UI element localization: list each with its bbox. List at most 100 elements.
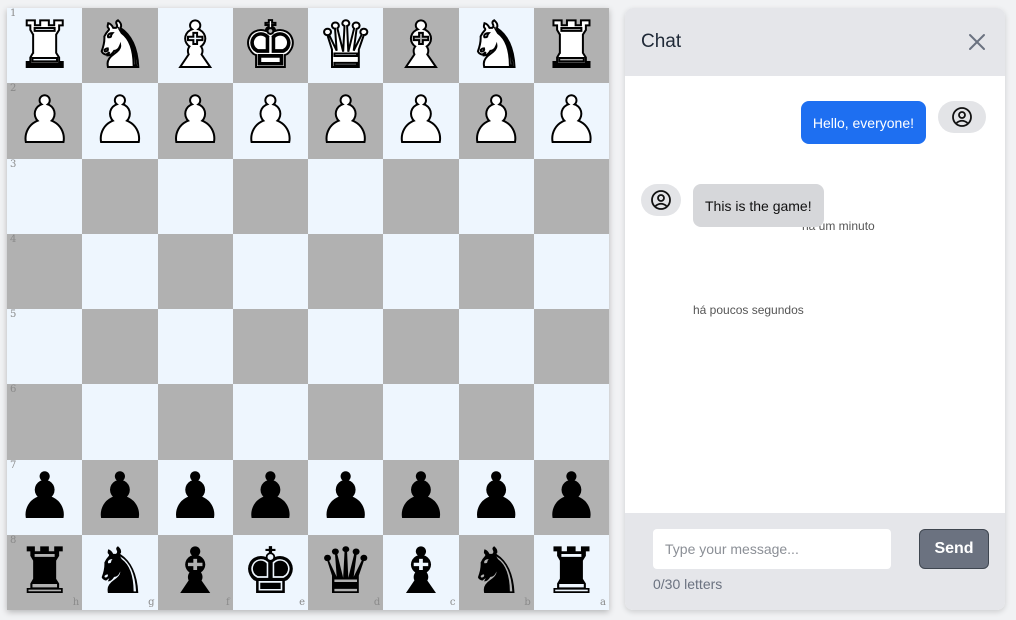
black-piece[interactable]: ♚ <box>242 540 299 604</box>
white-piece[interactable]: ♜ <box>542 13 601 79</box>
board-square[interactable] <box>308 158 384 234</box>
send-button[interactable]: Send <box>919 529 989 569</box>
white-piece[interactable]: ♛ <box>316 13 375 79</box>
board-square[interactable]: ♛ <box>308 8 384 84</box>
board-square[interactable] <box>82 158 158 234</box>
black-piece[interactable]: ♝ <box>392 540 449 604</box>
board-square[interactable]: ♟ <box>308 459 384 535</box>
white-piece[interactable]: ♟ <box>241 88 300 154</box>
white-piece[interactable]: ♞ <box>466 13 525 79</box>
board-square[interactable] <box>157 158 233 234</box>
board-square[interactable] <box>383 233 459 309</box>
board-square[interactable]: 2 ♟ <box>7 83 83 159</box>
black-piece[interactable]: ♜ <box>543 540 600 604</box>
board-square[interactable]: ♟ <box>533 83 609 159</box>
black-piece[interactable]: ♟ <box>91 465 148 529</box>
board-square[interactable] <box>308 384 384 460</box>
board-square[interactable] <box>533 309 609 385</box>
board-square[interactable]: 3 <box>7 158 83 234</box>
board-square[interactable]: 7 ♟ <box>7 459 83 535</box>
board-square[interactable]: ♟ <box>458 459 534 535</box>
board-square[interactable]: ♞ <box>82 8 158 84</box>
board-square[interactable] <box>157 309 233 385</box>
board-square[interactable]: ♟ <box>458 83 534 159</box>
board-square[interactable] <box>458 158 534 234</box>
black-piece[interactable]: ♟ <box>467 465 524 529</box>
chess-board[interactable]: 1 ♜ ♞ ♝ ♚ ♛ ♝ ♞ ♜ 2 ♟ ♟ ♟ ♟ ♟ ♟ ♟ ♟ 3 4 5 6 7 ♟ ♟ ♟ ♟ ♟ ♟ ♟ ♟ 8 h ♜ g ♞ f ♝ e ♚… <box>7 8 609 610</box>
white-piece[interactable]: ♚ <box>241 13 300 79</box>
white-piece[interactable]: ♟ <box>316 88 375 154</box>
white-piece[interactable]: ♟ <box>90 88 149 154</box>
message-input[interactable] <box>653 529 891 569</box>
board-square[interactable]: ♝ <box>383 8 459 84</box>
board-square[interactable] <box>383 384 459 460</box>
board-square[interactable]: ♟ <box>383 83 459 159</box>
board-square[interactable] <box>232 384 308 460</box>
board-square[interactable] <box>458 309 534 385</box>
board-square[interactable] <box>232 233 308 309</box>
board-square[interactable]: ♟ <box>232 83 308 159</box>
white-piece[interactable]: ♟ <box>391 88 450 154</box>
black-piece[interactable]: ♝ <box>166 540 223 604</box>
black-piece[interactable]: ♟ <box>242 465 299 529</box>
board-square[interactable] <box>383 309 459 385</box>
white-piece[interactable]: ♝ <box>165 13 224 79</box>
black-piece[interactable]: ♟ <box>392 465 449 529</box>
close-icon[interactable] <box>965 30 989 54</box>
white-piece[interactable]: ♝ <box>391 13 450 79</box>
board-square[interactable] <box>458 384 534 460</box>
black-piece[interactable]: ♟ <box>317 465 374 529</box>
board-square[interactable]: b ♞ <box>458 534 534 610</box>
white-piece[interactable]: ♞ <box>90 13 149 79</box>
board-square[interactable] <box>308 309 384 385</box>
board-square[interactable] <box>533 233 609 309</box>
white-piece[interactable]: ♟ <box>165 88 224 154</box>
board-square[interactable]: g ♞ <box>82 534 158 610</box>
board-square[interactable]: 6 <box>7 384 83 460</box>
board-square[interactable] <box>232 309 308 385</box>
board-square[interactable] <box>157 233 233 309</box>
black-piece[interactable]: ♟ <box>166 465 223 529</box>
board-square[interactable]: ♟ <box>157 459 233 535</box>
black-piece[interactable]: ♟ <box>16 465 73 529</box>
board-square[interactable]: c ♝ <box>383 534 459 610</box>
board-square[interactable] <box>533 384 609 460</box>
board-square[interactable]: ♞ <box>458 8 534 84</box>
board-square[interactable] <box>157 384 233 460</box>
board-square[interactable]: d ♛ <box>308 534 384 610</box>
board-square[interactable]: ♟ <box>533 459 609 535</box>
board-square[interactable] <box>308 233 384 309</box>
board-square[interactable]: ♟ <box>308 83 384 159</box>
black-piece[interactable]: ♟ <box>543 465 600 529</box>
black-piece[interactable]: ♛ <box>317 540 374 604</box>
black-piece[interactable]: ♜ <box>16 540 73 604</box>
white-piece[interactable]: ♟ <box>542 88 601 154</box>
white-piece[interactable]: ♟ <box>15 88 74 154</box>
black-piece[interactable]: ♞ <box>467 540 524 604</box>
board-square[interactable]: ♟ <box>232 459 308 535</box>
board-square[interactable]: 5 <box>7 309 83 385</box>
board-square[interactable]: e ♚ <box>232 534 308 610</box>
board-square[interactable] <box>82 233 158 309</box>
board-square[interactable] <box>82 384 158 460</box>
board-square[interactable] <box>458 233 534 309</box>
board-square[interactable]: ♝ <box>157 8 233 84</box>
board-square[interactable] <box>533 158 609 234</box>
board-square[interactable] <box>232 158 308 234</box>
board-square[interactable]: 8 h ♜ <box>7 534 83 610</box>
board-square[interactable] <box>82 309 158 385</box>
board-square[interactable]: a ♜ <box>533 534 609 610</box>
white-piece[interactable]: ♜ <box>15 13 74 79</box>
board-square[interactable]: ♟ <box>383 459 459 535</box>
white-piece[interactable]: ♟ <box>466 88 525 154</box>
board-square[interactable]: ♚ <box>232 8 308 84</box>
black-piece[interactable]: ♞ <box>91 540 148 604</box>
board-square[interactable]: 4 <box>7 233 83 309</box>
board-square[interactable] <box>383 158 459 234</box>
board-square[interactable]: ♜ <box>533 8 609 84</box>
board-square[interactable]: ♟ <box>82 459 158 535</box>
board-square[interactable]: ♟ <box>157 83 233 159</box>
board-square[interactable]: ♟ <box>82 83 158 159</box>
board-square[interactable]: 1 ♜ <box>7 8 83 84</box>
board-square[interactable]: f ♝ <box>157 534 233 610</box>
